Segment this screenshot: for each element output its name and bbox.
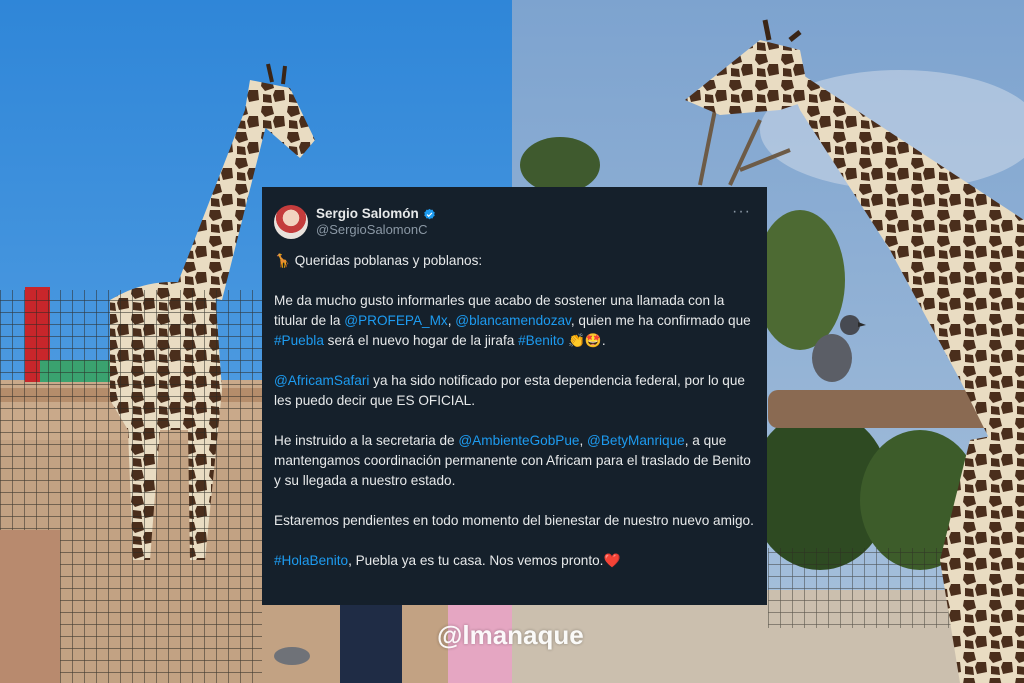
tweet-text: 🦒 Queridas poblanas y poblanos: Me da mu… bbox=[274, 251, 755, 571]
hashtag-puebla[interactable]: #Puebla bbox=[274, 333, 324, 348]
mention-ambientegobpue[interactable]: @AmbienteGobPue bbox=[458, 433, 579, 448]
tweet-paragraph-5: #HolaBenito, Puebla ya es tu casa. Nos v… bbox=[274, 551, 755, 571]
heart-emoji: ❤️ bbox=[603, 553, 621, 568]
tweet-paragraph-1: Me da mucho gusto informarles que acabo … bbox=[274, 291, 755, 351]
p1-text-c: , quien me ha confirmado que bbox=[570, 313, 751, 328]
hashtag-holabenito[interactable]: #HolaBenito bbox=[274, 553, 348, 568]
author-name-row[interactable]: Sergio Salomón bbox=[316, 206, 436, 222]
p3-text-b: , bbox=[579, 433, 588, 448]
tweet-header: Sergio Salomón @SergioSalomonC bbox=[274, 203, 755, 241]
author-display-name[interactable]: Sergio Salomón bbox=[316, 206, 419, 222]
watermark: @lmanaque bbox=[437, 620, 584, 650]
tweet-paragraph-2: @AfricamSafari ya ha sido notificado por… bbox=[274, 371, 755, 411]
greeting-text: Queridas poblanas y poblanos: bbox=[294, 253, 483, 268]
avatar[interactable] bbox=[274, 205, 308, 239]
p3-text-a: He instruido a la secretaria de bbox=[274, 433, 459, 448]
author-handle[interactable]: @SergioSalomonC bbox=[316, 222, 436, 238]
tweet-greeting: 🦒 Queridas poblanas y poblanos: bbox=[274, 251, 755, 271]
tweet-card[interactable]: Sergio Salomón @SergioSalomonC ··· 🦒 Que… bbox=[262, 187, 767, 605]
mention-betymanrique[interactable]: @BetyManrique bbox=[587, 433, 685, 448]
mention-blancamendozav[interactable]: @blancamendozav bbox=[455, 313, 571, 328]
hashtag-benito[interactable]: #Benito bbox=[518, 333, 564, 348]
verified-badge-icon bbox=[424, 208, 435, 219]
clap-starstruck-emoji: 👏🤩 bbox=[564, 333, 602, 348]
tweet-paragraph-3: He instruido a la secretaria de @Ambient… bbox=[274, 431, 755, 491]
mention-africamsafari[interactable]: @AfricamSafari bbox=[274, 373, 369, 388]
more-options-icon[interactable]: ··· bbox=[732, 203, 751, 221]
author-info: Sergio Salomón @SergioSalomonC bbox=[316, 206, 436, 238]
mention-profepa[interactable]: @PROFEPA_Mx bbox=[344, 313, 447, 328]
p5-text: , Puebla ya es tu casa. Nos vemos pronto… bbox=[348, 553, 604, 568]
tweet-paragraph-4: Estaremos pendientes en todo momento del… bbox=[274, 513, 754, 528]
giraffe-emoji: 🦒 bbox=[274, 253, 291, 268]
p1-text-d: será el nuevo hogar de la jirafa bbox=[323, 333, 519, 348]
p1-text-end: . bbox=[601, 333, 606, 348]
